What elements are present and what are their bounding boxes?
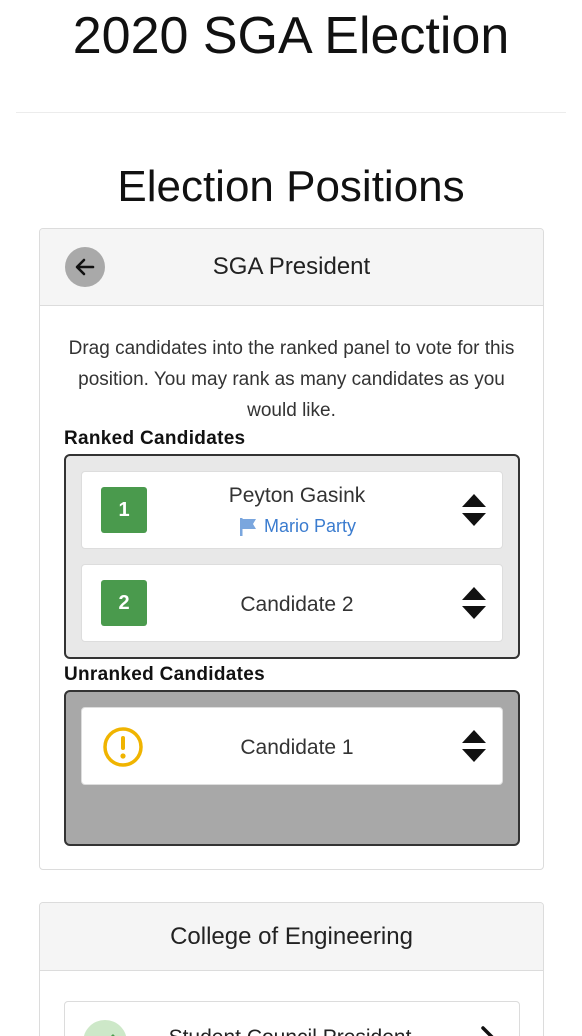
position-title: SGA President bbox=[212, 253, 371, 280]
candidate-name: Peyton Gasink bbox=[228, 484, 366, 507]
page-title: 2020 SGA Election bbox=[72, 7, 510, 65]
flag-icon bbox=[239, 517, 256, 536]
sort-handle-icon[interactable] bbox=[460, 585, 488, 621]
exclamation-circle-icon bbox=[103, 727, 143, 767]
back-button[interactable] bbox=[65, 247, 105, 287]
position-card-college-of-engineering: College of Engineering Student Council P… bbox=[39, 902, 544, 1036]
ranked-candidates-label: Ranked Candidates bbox=[64, 428, 246, 449]
unranked-candidate-item[interactable]: Candidate 1 bbox=[81, 707, 503, 785]
rank-badge: 1 bbox=[101, 487, 147, 533]
ranked-candidate-item[interactable]: 2 Candidate 2 bbox=[81, 564, 503, 642]
candidate-name: Candidate 1 bbox=[240, 736, 354, 759]
section-title: Election Positions bbox=[117, 162, 465, 211]
ranked-candidate-item[interactable]: 1 Peyton Gasink Mario Party bbox=[81, 471, 503, 549]
candidate-name: Candidate 2 bbox=[240, 593, 354, 616]
candidate-party[interactable]: Mario Party bbox=[172, 516, 422, 537]
card-header: SGA President bbox=[40, 229, 543, 306]
sort-handle-icon[interactable] bbox=[460, 492, 488, 528]
position-label: Student Council President bbox=[150, 1026, 430, 1036]
card-header: College of Engineering bbox=[40, 903, 543, 971]
ranked-candidates-panel[interactable]: 1 Peyton Gasink Mario Party 2 Candidate … bbox=[64, 454, 520, 659]
position-row-student-council-president[interactable]: Student Council President bbox=[64, 1001, 520, 1036]
arrow-right-icon[interactable] bbox=[461, 1022, 501, 1036]
college-title: College of Engineering bbox=[170, 922, 413, 950]
title-divider bbox=[16, 112, 566, 113]
unranked-candidates-label: Unranked Candidates bbox=[64, 664, 266, 685]
voting-instructions: Drag candidates into the ranked panel to… bbox=[68, 338, 515, 421]
arrow-left-icon bbox=[75, 258, 95, 276]
sort-handle-icon[interactable] bbox=[460, 728, 488, 764]
unranked-candidates-panel[interactable]: Candidate 1 bbox=[64, 690, 520, 846]
rank-badge: 2 bbox=[101, 580, 147, 626]
check-icon bbox=[83, 1020, 127, 1036]
position-card-sga-president: SGA President Drag candidates into the r… bbox=[39, 228, 544, 870]
candidate-party-name: Mario Party bbox=[263, 516, 357, 536]
